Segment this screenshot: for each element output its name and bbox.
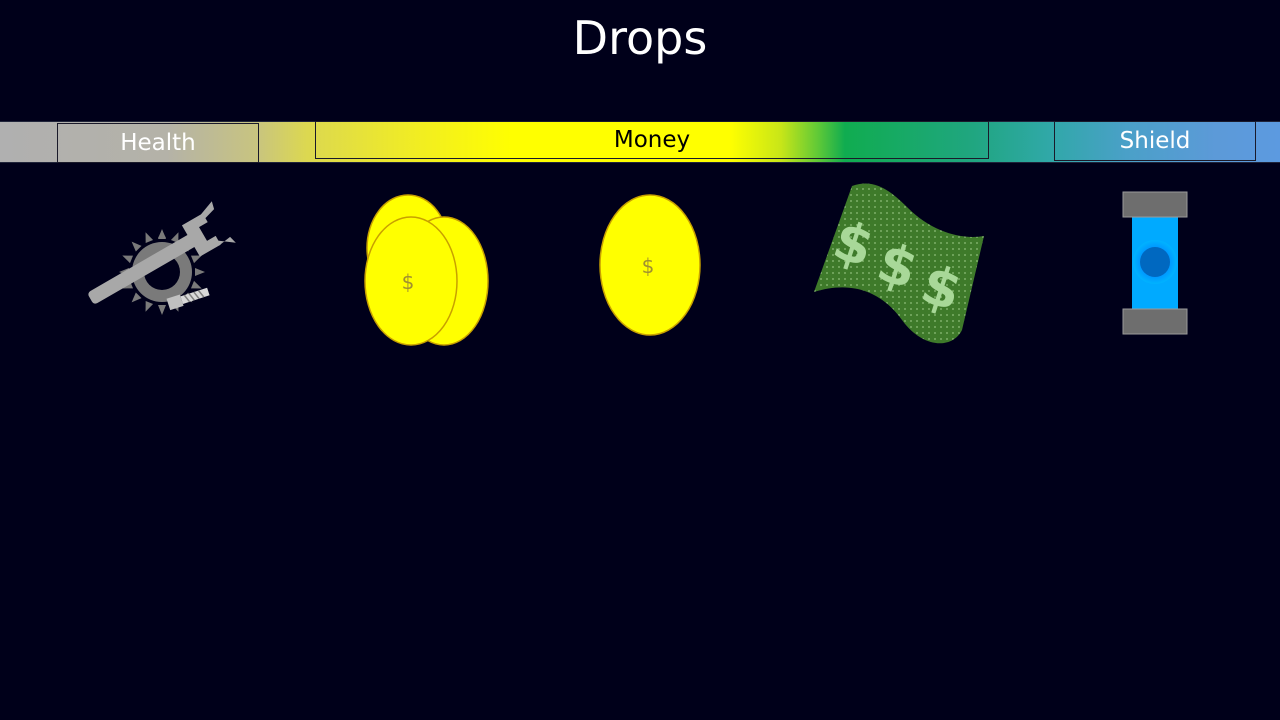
category-shield: Shield — [1054, 121, 1256, 161]
page-title: Drops — [572, 11, 708, 65]
category-health: Health — [57, 123, 259, 163]
repair-kit-icon — [78, 192, 238, 327]
coin-stack-symbol: $ — [402, 270, 415, 294]
banknote-icon: $ $ $ — [812, 180, 988, 348]
coin-stack-icon: $ — [362, 193, 494, 347]
coin-icon: $ — [598, 193, 704, 339]
coin-symbol: $ — [642, 254, 655, 278]
category-money: Money — [315, 121, 989, 159]
shield-capsule-icon — [1120, 190, 1192, 338]
